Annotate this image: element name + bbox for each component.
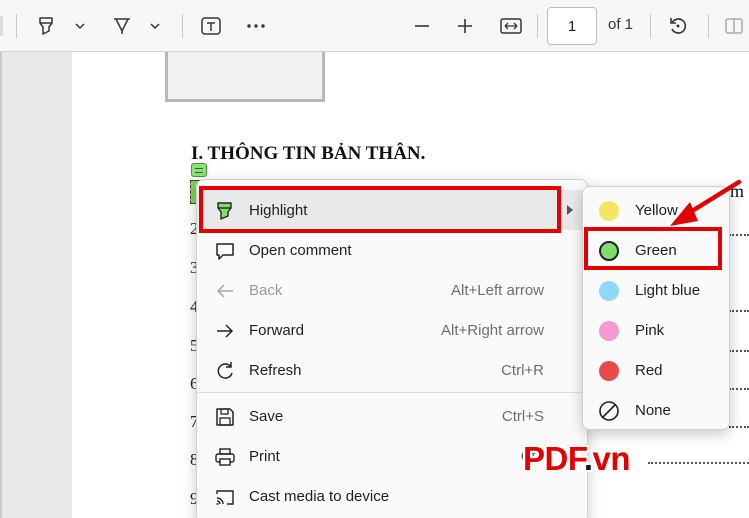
- zoom-out-icon[interactable]: [410, 14, 434, 38]
- chevron-down-icon[interactable]: [147, 18, 163, 34]
- color-option-light-blue[interactable]: Light blue: [583, 270, 729, 310]
- red-swatch-icon: [599, 361, 619, 381]
- arrow-right-icon: [214, 320, 236, 342]
- green-swatch-icon: [599, 241, 619, 261]
- fit-width-icon[interactable]: [498, 14, 524, 38]
- print-icon: [214, 446, 236, 468]
- menu-item-label: Open comment: [249, 242, 352, 259]
- menu-item-highlight[interactable]: Highlight: [197, 190, 587, 230]
- color-option-red[interactable]: Red: [583, 350, 729, 390]
- save-icon: [214, 406, 236, 428]
- no-color-icon: [598, 400, 620, 422]
- refresh-icon: [214, 360, 236, 382]
- yellow-swatch-icon: [599, 201, 619, 221]
- color-option-green[interactable]: Green: [583, 230, 729, 270]
- document-text: m: [730, 181, 745, 201]
- color-option-yellow[interactable]: Yellow: [583, 190, 729, 230]
- menu-item-shortcut: Alt+Left arrow: [451, 282, 544, 299]
- dotted-line: [729, 350, 749, 352]
- menu-item-back: Back Alt+Left arrow: [197, 270, 587, 310]
- section-heading: I. THÔNG TIN BẢN THÂN.: [191, 143, 426, 164]
- menu-item-label: Back: [249, 282, 283, 299]
- watermark-tld: vn: [592, 440, 631, 477]
- zoom-in-icon[interactable]: [453, 14, 477, 38]
- menu-item-open-comment[interactable]: Open comment: [197, 230, 587, 270]
- menu-item-label: Print: [249, 448, 280, 465]
- submenu-arrow-icon: [567, 205, 573, 215]
- text-box-icon[interactable]: [199, 14, 223, 38]
- viewer-edge: [0, 52, 2, 518]
- rotate-icon[interactable]: [666, 14, 690, 38]
- page-count: of 1: [608, 16, 634, 33]
- page-number-input[interactable]: 1: [547, 7, 597, 45]
- highlighter-icon[interactable]: [34, 14, 58, 38]
- menu-item-label: Cast media to device: [249, 488, 390, 505]
- watermark-brand: PDF: [523, 440, 584, 477]
- highlighter-icon: [214, 200, 236, 222]
- menu-item-save[interactable]: Save Ctrl+S: [197, 396, 587, 436]
- page-view-icon[interactable]: [722, 14, 746, 38]
- color-option-label: Light blue: [635, 282, 701, 299]
- color-option-pink[interactable]: Pink: [583, 310, 729, 350]
- color-option-label: None: [635, 402, 671, 419]
- watermark-dot: .: [583, 440, 593, 477]
- cast-icon: [214, 486, 236, 508]
- arrow-left-icon: [214, 280, 236, 302]
- menu-item-label: Save: [249, 408, 284, 425]
- toolbar-separator: [16, 14, 17, 38]
- toolbar-separator: [182, 14, 183, 38]
- color-option-label: Green: [635, 242, 677, 259]
- dotted-line: [648, 462, 749, 464]
- toolbar-separator: [650, 14, 651, 38]
- pink-swatch-icon: [599, 321, 619, 341]
- menu-item-shortcut: Ctrl+R: [501, 362, 544, 379]
- toolbar-edge: [0, 16, 3, 36]
- pen-icon[interactable]: [110, 14, 134, 38]
- menu-item-cast-media[interactable]: Cast media to device: [197, 476, 587, 516]
- pdfvn-watermark-logo: PDF.vn: [523, 440, 631, 478]
- viewer-background: [0, 52, 72, 518]
- dotted-line: [729, 234, 749, 236]
- comment-note-icon[interactable]: [191, 163, 207, 177]
- highlight-color-submenu: Yellow Green Light blue Pink Red None: [582, 186, 730, 430]
- menu-item-forward[interactable]: Forward Alt+Right arrow: [197, 310, 587, 350]
- color-option-label: Pink: [635, 322, 665, 339]
- color-option-label: Yellow: [635, 202, 678, 219]
- photo-placeholder: [165, 52, 325, 102]
- comment-icon: [214, 240, 236, 262]
- light-blue-swatch-icon: [599, 281, 619, 301]
- menu-item-label: Refresh: [249, 362, 302, 379]
- pdf-toolbar: 1 of 1: [0, 0, 749, 52]
- color-option-none[interactable]: None: [583, 390, 729, 430]
- toolbar-separator: [708, 14, 709, 38]
- color-option-label: Red: [635, 362, 663, 379]
- chevron-down-icon[interactable]: [72, 18, 88, 34]
- menu-item-shortcut: Ctrl+S: [501, 408, 544, 425]
- dotted-line: [729, 388, 749, 390]
- menu-item-refresh[interactable]: Refresh Ctrl+R: [197, 350, 587, 390]
- dotted-line: [729, 310, 749, 312]
- current-page: 1: [567, 17, 577, 35]
- menu-item-label: Highlight: [249, 202, 308, 219]
- menu-item-label: Forward: [249, 322, 305, 339]
- dotted-line: [729, 426, 749, 428]
- toolbar-separator: [537, 14, 538, 38]
- menu-separator: [197, 392, 587, 393]
- more-icon[interactable]: [244, 14, 268, 38]
- menu-item-shortcut: Alt+Right arrow: [441, 322, 544, 339]
